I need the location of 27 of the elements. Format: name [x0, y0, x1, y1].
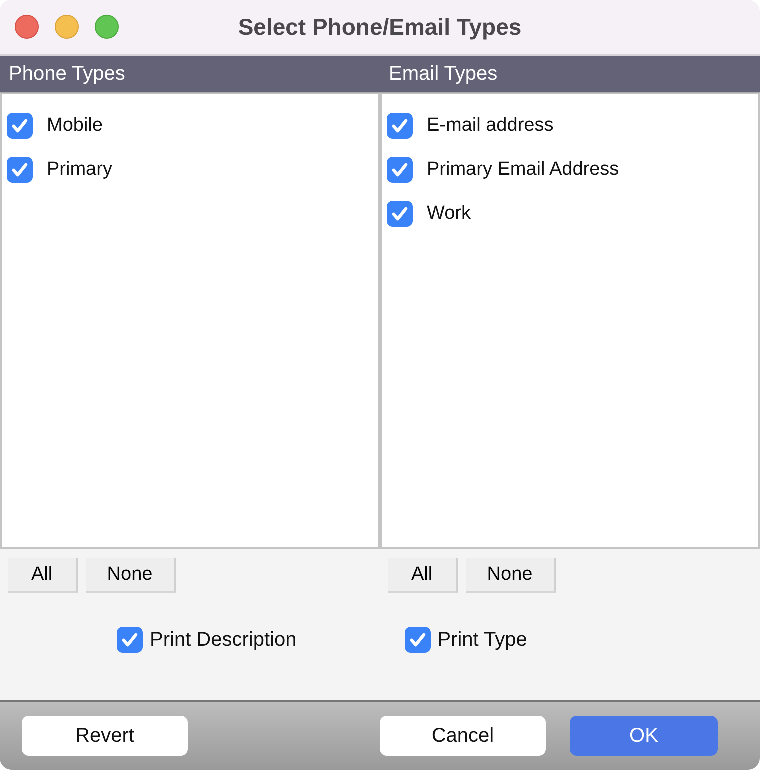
checkbox-label: Print Type — [438, 628, 528, 652]
zoom-button[interactable] — [95, 15, 119, 39]
dialog-button[interactable]: Cancel — [380, 716, 546, 756]
checkbox-label: Print Description — [150, 628, 297, 652]
close-button[interactable] — [15, 15, 39, 39]
select-button[interactable]: All — [388, 558, 458, 593]
dialog-button[interactable]: Revert — [22, 716, 188, 756]
select-button[interactable]: All — [8, 558, 78, 593]
checkbox[interactable] — [387, 157, 413, 183]
checkbox[interactable] — [387, 201, 413, 227]
ok-button[interactable]: OK — [570, 716, 718, 756]
checkbox[interactable] — [7, 113, 33, 139]
checkbox-label: E-mail address — [427, 115, 554, 137]
column-header: Email Types — [389, 62, 498, 86]
minimize-button[interactable] — [55, 15, 79, 39]
checkbox[interactable] — [7, 157, 33, 183]
checkbox-label: Primary Email Address — [427, 159, 620, 181]
select-button[interactable]: None — [86, 558, 176, 593]
column-header: Phone Types — [9, 62, 126, 86]
select-button[interactable]: None — [466, 558, 556, 593]
checkbox[interactable] — [117, 627, 143, 653]
checkbox-label: Primary — [47, 159, 112, 181]
window-title: Select Phone/Email Types — [238, 14, 522, 40]
checkbox-label: Work — [427, 203, 471, 225]
checkbox[interactable] — [387, 113, 413, 139]
checkbox-label: Mobile — [47, 115, 103, 137]
checkbox[interactable] — [404, 627, 431, 653]
